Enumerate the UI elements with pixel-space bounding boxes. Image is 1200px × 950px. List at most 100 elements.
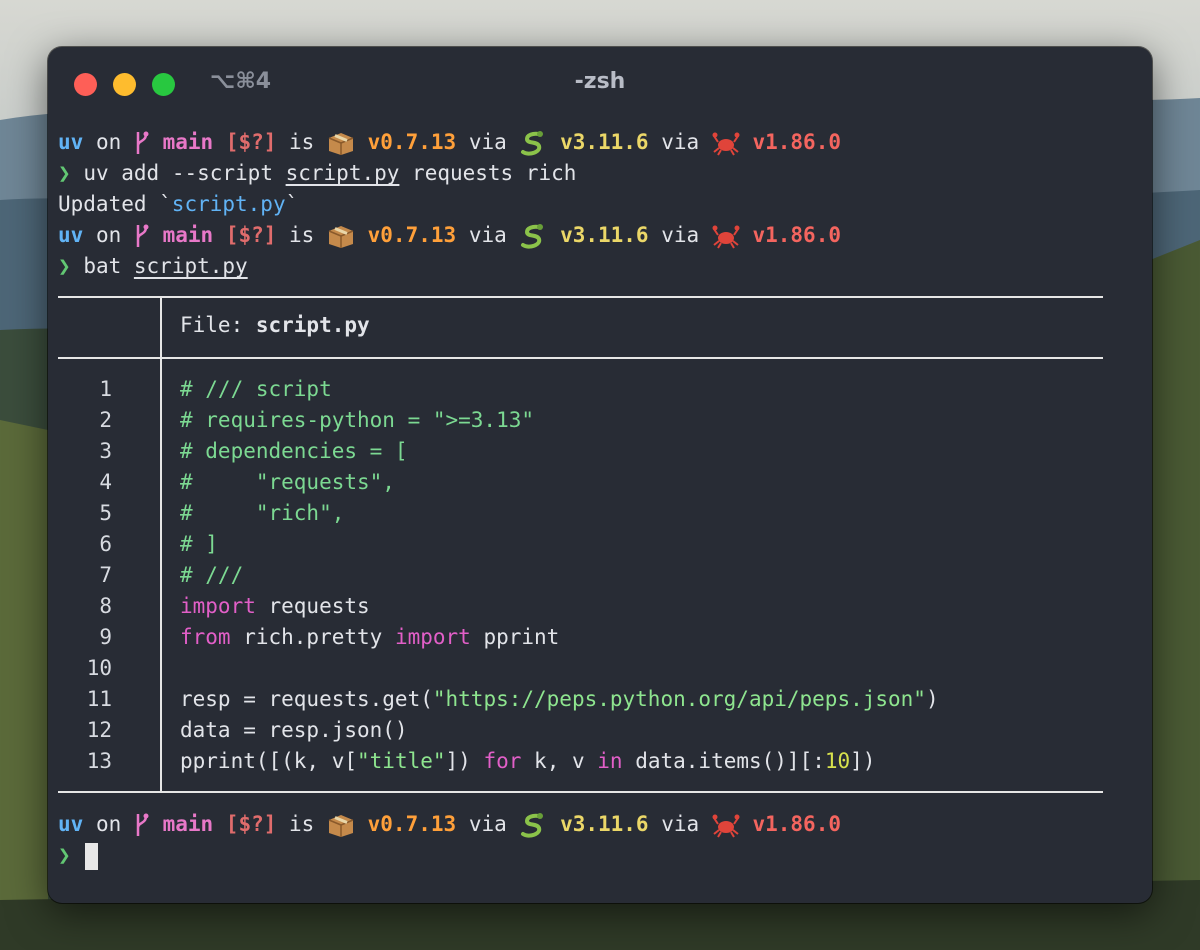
prompt-on: on <box>95 223 122 247</box>
prompt-via-2: via <box>661 223 700 247</box>
package-icon <box>328 226 354 248</box>
terminal-output[interactable]: uv on main [$?] is v0.7.13 via v3.11.6 v… <box>58 127 1148 282</box>
text-cursor <box>84 842 98 870</box>
code-text: # ] <box>180 532 218 556</box>
terminal-window[interactable]: ⌥⌘4 -zsh uv on main [$?] is v0.7.13 via … <box>48 47 1152 903</box>
line-number: 6 <box>99 532 112 556</box>
bat-file-name: script.py <box>255 313 370 337</box>
code-string: "https://peps.python.org/api/peps.json" <box>432 687 926 711</box>
command-file-arg[interactable]: script.py <box>134 254 248 278</box>
title-bar: ⌥⌘4 -zsh <box>48 47 1152 119</box>
code-text: import requests <box>180 591 370 622</box>
code-text: # /// script <box>180 377 332 401</box>
prompt-dir: uv <box>58 812 84 836</box>
code-token: ]) <box>445 749 484 773</box>
bat-file-label: File: <box>180 313 256 337</box>
prompt-dir: uv <box>58 223 84 247</box>
rust-crab-icon <box>712 132 740 156</box>
prompt-python-version: v3.11.6 <box>560 812 649 836</box>
code-text: # "rich", <box>180 501 345 525</box>
code-token: rich.pretty <box>230 625 395 649</box>
bat-file-view: File: script.py 1 # /// script 2 # require… <box>58 296 1103 794</box>
prompt-git-status: [$?] <box>225 223 277 247</box>
prompt-line: uv on main [$?] is v0.7.13 via v3.11.6 v… <box>58 127 1148 158</box>
window-title: -zsh <box>574 69 626 94</box>
prompt-python-version: v3.11.6 <box>560 223 649 247</box>
prompt-is: is <box>289 130 315 154</box>
package-icon <box>328 133 354 155</box>
line-number: 11 <box>86 687 112 711</box>
code-token: pprint([(k, v[ <box>180 749 358 773</box>
bat-bottom-rule <box>58 791 1103 793</box>
input-line[interactable]: ❯ <box>58 840 1148 871</box>
command-file-arg[interactable]: script.py <box>286 161 400 185</box>
python-snake-icon <box>521 813 544 838</box>
prompt-chevron-icon: ❯ <box>58 161 71 185</box>
prompt-rust-version: v1.86.0 <box>752 812 841 836</box>
line-number: 7 <box>99 563 112 587</box>
prompt-on: on <box>95 130 122 154</box>
code-text: # "requests", <box>180 470 395 494</box>
line-number: 2 <box>99 408 112 432</box>
code-token: requests <box>255 594 370 618</box>
rust-crab-icon <box>712 225 740 249</box>
command-args: requests rich <box>399 161 577 185</box>
rust-crab-icon <box>712 814 740 838</box>
command-line: ❯ uv add --script script.py requests ric… <box>58 158 1148 189</box>
code-text: # /// <box>180 563 244 587</box>
prompt-git-status: [$?] <box>225 130 277 154</box>
output-suffix: ` <box>285 192 299 216</box>
prompt-is: is <box>289 812 315 836</box>
bat-top-rule <box>58 296 1103 298</box>
code-text: # dependencies = [ <box>180 439 408 463</box>
code-string: "title" <box>357 749 446 773</box>
command-text: bat <box>83 254 134 278</box>
python-snake-icon <box>521 224 544 249</box>
bat-gutter-divider <box>160 357 162 793</box>
prompt-rust-version: v1.86.0 <box>752 130 841 154</box>
prompt-package-version: v0.7.13 <box>367 812 457 836</box>
prompt-via: via <box>468 130 507 154</box>
prompt-python-version: v3.11.6 <box>560 130 649 154</box>
line-number: 1 <box>99 377 112 401</box>
code-keyword: from <box>180 625 231 649</box>
code-token: k, v <box>521 749 598 773</box>
output-file: script.py <box>171 192 286 216</box>
prompt-branch: main <box>162 130 214 154</box>
line-number: 3 <box>99 439 112 463</box>
prompt-line: uv on main [$?] is v0.7.13 via v3.11.6 v… <box>58 809 1148 840</box>
terminal-final-prompt[interactable]: uv on main [$?] is v0.7.13 via v3.11.6 v… <box>58 809 1148 871</box>
prompt-via: via <box>468 223 507 247</box>
code-text: # requires-python = ">=3.13" <box>180 408 535 432</box>
python-snake-icon <box>521 131 544 156</box>
prompt-git-status: [$?] <box>225 812 277 836</box>
prompt-package-version: v0.7.13 <box>367 223 457 247</box>
code-text: pprint([(k, v["title"]) for k, v in data… <box>180 746 875 777</box>
code-keyword: for <box>483 749 522 773</box>
prompt-line: uv on main [$?] is v0.7.13 via v3.11.6 v… <box>58 220 1148 251</box>
prompt-branch: main <box>162 812 214 836</box>
bat-header-rule <box>58 357 1103 359</box>
prompt-dir: uv <box>58 130 84 154</box>
code-keyword: import <box>394 625 471 649</box>
command-line: ❯ bat script.py <box>58 251 1148 282</box>
code-token: ]) <box>850 749 876 773</box>
prompt-package-version: v0.7.13 <box>367 130 457 154</box>
prompt-branch: main <box>162 223 214 247</box>
line-number: 9 <box>99 625 112 649</box>
prompt-via-2: via <box>661 130 700 154</box>
git-branch-icon <box>136 813 149 836</box>
code-token: ) <box>925 687 939 711</box>
prompt-chevron-icon: ❯ <box>58 843 71 867</box>
git-branch-icon <box>136 224 149 247</box>
line-number: 13 <box>86 749 112 773</box>
bat-header-divider <box>160 296 162 359</box>
output-line: Updated `script.py` <box>58 189 1148 220</box>
line-number: 5 <box>99 501 112 525</box>
code-keyword: import <box>180 594 256 618</box>
code-token: data.items()][: <box>622 749 825 773</box>
prompt-via-2: via <box>661 812 700 836</box>
prompt-via: via <box>468 812 507 836</box>
package-icon <box>328 815 354 837</box>
line-number: 4 <box>99 470 112 494</box>
